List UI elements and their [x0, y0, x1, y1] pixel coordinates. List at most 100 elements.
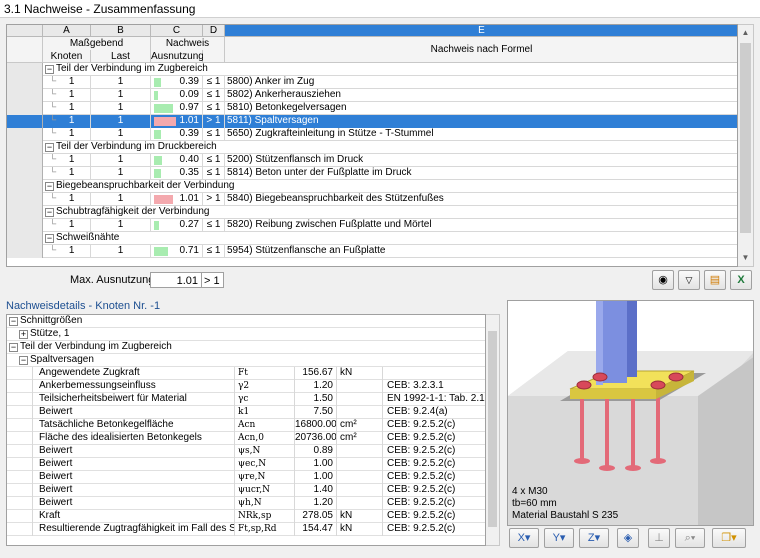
detail-row[interactable]: Angewendete Zugkraft Ft 156.67 kN: [7, 367, 485, 380]
col-letter-b[interactable]: B: [91, 25, 151, 37]
cell-formel[interactable]: 5650) Zugkrafteinleitung in Stütze - T-S…: [225, 128, 737, 141]
table-row[interactable]: └ 1 1 0.27 ≤ 1 5820) Reibung zwischen Fußpla…: [7, 219, 737, 232]
table-row[interactable]: └ 1 1 0.40 ≤ 1 5200) Stützenflansch im Druck: [7, 154, 737, 167]
col-letter-c[interactable]: C: [151, 25, 203, 37]
collapse-icon[interactable]: −: [45, 208, 54, 217]
cell-knoten[interactable]: └ 1: [43, 245, 91, 258]
table-row[interactable]: └ 1 1 0.39 ≤ 1 5800) Anker im Zug: [7, 76, 737, 89]
cell-ausnutzung[interactable]: 0.39: [151, 128, 203, 141]
row-header[interactable]: [7, 141, 43, 154]
view-z-button[interactable]: Z▾: [579, 528, 609, 548]
details-scrollbar[interactable]: [486, 314, 500, 546]
row-header[interactable]: [7, 245, 43, 258]
row-header[interactable]: [7, 219, 43, 232]
tree-stuetze[interactable]: + Stütze, 1: [7, 328, 485, 341]
columns-button[interactable]: ▤: [704, 270, 726, 290]
table-row[interactable]: └ 1 1 0.71 ≤ 1 5954) Stützenflansche an Fußp…: [7, 245, 737, 258]
cell-formel[interactable]: 5810) Betonkegelversagen: [225, 102, 737, 115]
collapse-icon[interactable]: −: [45, 234, 54, 243]
table-row[interactable]: └ 1 1 0.35 ≤ 1 5814) Beton unter der Fußplat…: [7, 167, 737, 180]
cell-ausnutzung[interactable]: 0.35: [151, 167, 203, 180]
results-table[interactable]: A B C D E Maßgebend Knoten Last Nachweis…: [6, 24, 738, 267]
cell-formel[interactable]: 5802) Ankerherausziehen: [225, 89, 737, 102]
scroll-up-icon[interactable]: ▲: [738, 25, 753, 41]
detail-row[interactable]: Beiwert ψucr,N 1.40 CEB: 9.2.5.2(c): [7, 484, 485, 497]
cell-last[interactable]: 1: [91, 115, 151, 128]
collapse-icon[interactable]: −: [9, 317, 18, 326]
scroll-thumb[interactable]: [488, 331, 497, 527]
detail-row[interactable]: Teilsicherheitsbeiwert für Material γc 1.5…: [7, 393, 485, 406]
cell-ausnutzung[interactable]: 1.01: [151, 115, 203, 128]
cell-ausnutzung[interactable]: 1.01: [151, 193, 203, 206]
collapse-icon[interactable]: −: [9, 343, 18, 352]
tree-teil-zug[interactable]: − Teil der Verbindung im Zugbereich: [7, 341, 485, 354]
cell-last[interactable]: 1: [91, 219, 151, 232]
row-header[interactable]: [7, 154, 43, 167]
row-header[interactable]: [7, 128, 43, 141]
cell-knoten[interactable]: └ 1: [43, 154, 91, 167]
cell-ausnutzung[interactable]: 0.39: [151, 76, 203, 89]
cell-compare[interactable]: ≤ 1: [203, 128, 225, 141]
cell-formel[interactable]: 5811) Spaltversagen: [225, 115, 737, 128]
tree-spaltversagen[interactable]: − Spaltversagen: [7, 354, 485, 367]
detail-row[interactable]: Resultierende Zugtragfähigkeit im Fall d…: [7, 523, 485, 536]
table-row[interactable]: └ 1 1 0.97 ≤ 1 5810) Betonkegelversagen: [7, 102, 737, 115]
view-x-button[interactable]: X▾: [509, 528, 539, 548]
cell-formel[interactable]: 5820) Reibung zwischen Fußplatte und Mör…: [225, 219, 737, 232]
cell-last[interactable]: 1: [91, 167, 151, 180]
group-row[interactable]: − Biegebeanspruchbarkeit der Verbindung: [7, 180, 737, 193]
row-header[interactable]: [7, 115, 43, 128]
detail-row[interactable]: Ankerbemessungseinfluss γ2 1.20 CEB: 3.2.3.…: [7, 380, 485, 393]
cell-compare[interactable]: ≤ 1: [203, 245, 225, 258]
table-row[interactable]: └ 1 1 1.01 > 1 5840) Biegebeanspruchbarkeit …: [7, 193, 737, 206]
detail-row[interactable]: Tatsächliche Betonkegelfläche Acn 16800.00…: [7, 419, 485, 432]
row-header[interactable]: [7, 180, 43, 193]
group-row[interactable]: − Schubtragfähigkeit der Verbindung: [7, 206, 737, 219]
details-table[interactable]: − Schnittgrößen + Stütze, 1 − Teil der Verb…: [6, 314, 486, 546]
cell-knoten[interactable]: └ 1: [43, 76, 91, 89]
group-row[interactable]: − Teil der Verbindung im Zugbereich: [7, 63, 737, 76]
cell-last[interactable]: 1: [91, 154, 151, 167]
cell-knoten[interactable]: └ 1: [43, 128, 91, 141]
row-header[interactable]: [7, 167, 43, 180]
cell-ausnutzung[interactable]: 0.27: [151, 219, 203, 232]
dimension-button[interactable]: ⊥: [648, 528, 670, 548]
cell-compare[interactable]: > 1: [203, 193, 225, 206]
cell-knoten[interactable]: └ 1: [43, 193, 91, 206]
cell-last[interactable]: 1: [91, 193, 151, 206]
cell-knoten[interactable]: └ 1: [43, 219, 91, 232]
cell-formel[interactable]: 5814) Beton unter der Fußplatte im Druck: [225, 167, 737, 180]
filter-button[interactable]: ▽: [678, 270, 700, 290]
detail-row[interactable]: Beiwert k1 7.50 CEB: 9.2.4(a): [7, 406, 485, 419]
search-zoom-button[interactable]: ⌕▾: [675, 528, 705, 548]
table-row[interactable]: └ 1 1 0.39 ≤ 1 5650) Zugkrafteinleitung in S…: [7, 128, 737, 141]
cell-ausnutzung[interactable]: 0.71: [151, 245, 203, 258]
collapse-icon[interactable]: −: [45, 143, 54, 152]
detail-row[interactable]: Beiwert ψh,N 1.20 CEB: 9.2.5.2(c): [7, 497, 485, 510]
collapse-icon[interactable]: −: [19, 356, 28, 365]
cell-formel[interactable]: 5200) Stützenflansch im Druck: [225, 154, 737, 167]
detail-row[interactable]: Beiwert ψre,N 1.00 CEB: 9.2.5.2(c): [7, 471, 485, 484]
view-button[interactable]: ◉: [652, 270, 674, 290]
row-header[interactable]: [7, 63, 43, 76]
col-letter-d[interactable]: D: [203, 25, 225, 37]
cell-knoten[interactable]: └ 1: [43, 167, 91, 180]
col-letter-e[interactable]: E: [225, 25, 737, 37]
cell-knoten[interactable]: └ 1: [43, 89, 91, 102]
collapse-icon[interactable]: −: [45, 182, 54, 191]
cell-compare[interactable]: ≤ 1: [203, 102, 225, 115]
detail-row[interactable]: Fläche des idealisierten Betonkegels Acn,…: [7, 432, 485, 445]
detail-row[interactable]: Kraft NRk,sp 278.05 kN CEB: 9.2.5.2(c): [7, 510, 485, 523]
expand-icon[interactable]: +: [19, 330, 28, 339]
model-3d-view[interactable]: 4 x M30 tb=60 mm Material Baustahl S 235: [507, 300, 754, 526]
row-header[interactable]: [7, 232, 43, 245]
group-row[interactable]: − Teil der Verbindung im Druckbereich: [7, 141, 737, 154]
cell-formel[interactable]: 5840) Biegebeanspruchbarkeit des Stützen…: [225, 193, 737, 206]
cell-compare[interactable]: ≤ 1: [203, 167, 225, 180]
row-header[interactable]: [7, 76, 43, 89]
cell-compare[interactable]: ≤ 1: [203, 76, 225, 89]
cell-last[interactable]: 1: [91, 76, 151, 89]
cell-ausnutzung[interactable]: 0.09: [151, 89, 203, 102]
col-letter-a[interactable]: A: [43, 25, 91, 37]
row-header[interactable]: [7, 102, 43, 115]
